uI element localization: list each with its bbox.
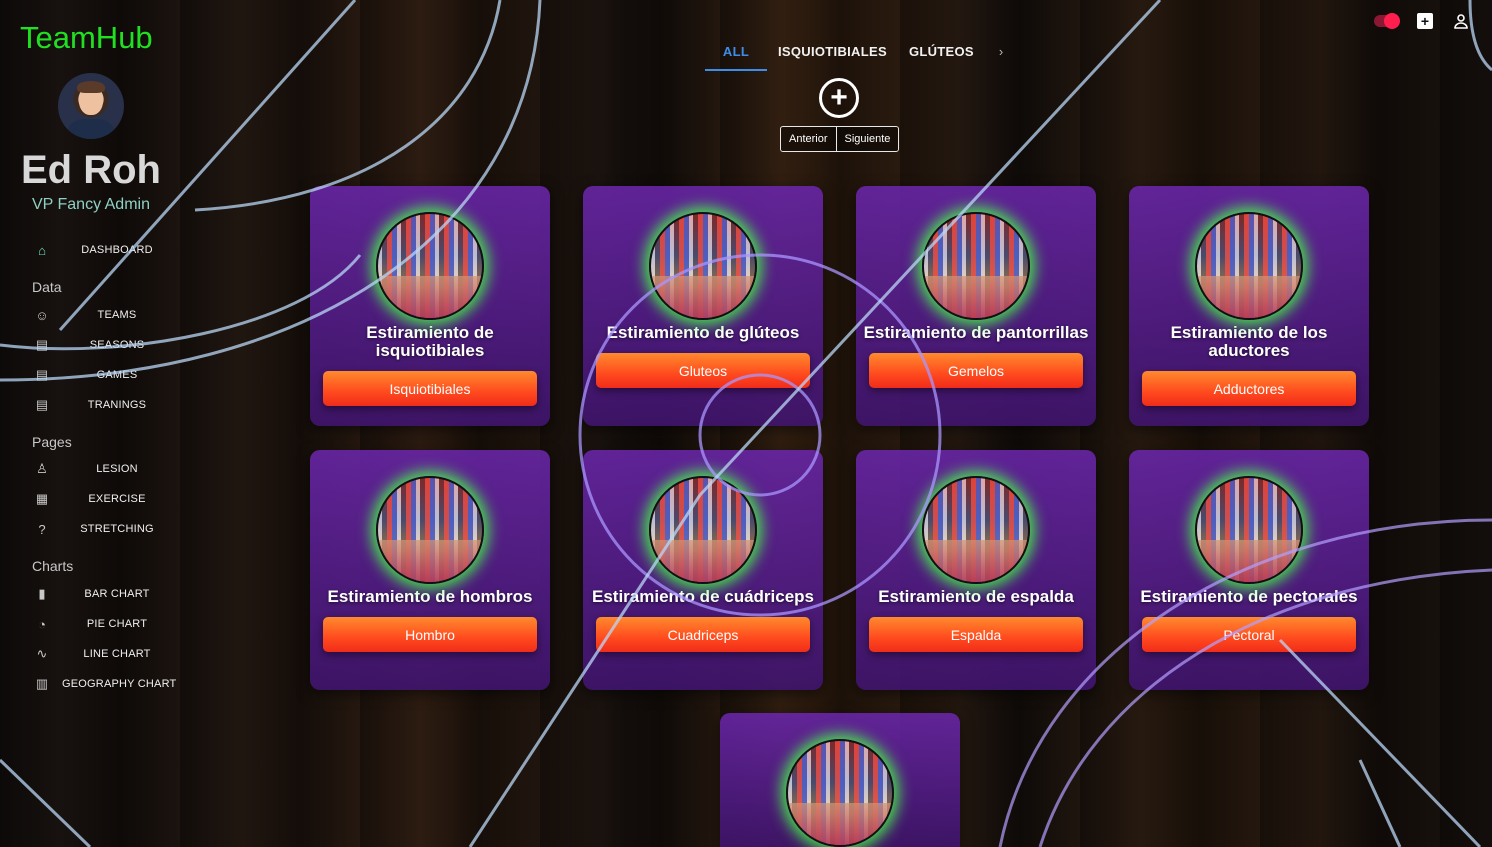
stretch-card[interactable]: Estiramiento de espalda Espalda [856,450,1096,690]
tab-gluteos[interactable]: GLÚTEOS [898,36,985,69]
person-icon[interactable] [1452,12,1470,30]
pagination: Anterior Siguiente [780,126,900,152]
card-title: Estiramiento de pantorrillas [863,323,1089,342]
card-category-button[interactable]: Espalda [869,617,1083,652]
stretch-card[interactable]: Estiramiento de los aductores Adductores [1129,186,1369,426]
card-title: Estiramiento de isquiotibiales [366,323,494,360]
topbar-icons: + [1374,12,1470,30]
stretch-card[interactable]: Estiramiento de glúteos Gluteos [583,186,823,426]
add-circle-button[interactable]: + [819,78,859,118]
add-box-icon[interactable]: + [1416,12,1434,30]
card-category-button[interactable]: Gluteos [596,353,810,388]
card-image [649,212,757,320]
bar-chart-icon: ▮ [38,586,46,601]
contacts-icon: ▤ [35,337,49,352]
toggle-icon[interactable] [1374,13,1400,29]
sidebar-item-line-chart[interactable]: ∿ LINE CHART [30,642,180,666]
timeline-icon: ∿ [36,646,48,661]
stretch-card[interactable]: Estiramiento de hombros Hombro [310,450,550,690]
tabs-scroll-right-icon[interactable]: › [985,36,1017,67]
person-icon: ♙ [36,461,48,476]
sidebar-item-tranings[interactable]: ▤ TRANINGS [30,393,180,417]
sidebar-item-label: LINE CHART [83,648,151,660]
sidebar-item-games[interactable]: ▤ GAMES [30,363,180,387]
category-tabs: ALL ISQUIOTIBIALES GLÚTEOS › [705,36,1017,71]
home-icon: ⌂ [38,242,46,258]
sidebar-item-label: GAMES [96,369,138,381]
sidebar-item-label: GEOGRAPHY CHART [62,678,177,690]
previous-button[interactable]: Anterior [781,127,836,151]
card-title: Estiramiento de los aductores [1170,323,1328,360]
sidebar-item-lesion[interactable]: ♙ LESION [30,457,180,481]
sidebar-item-label: DASHBOARD [81,244,153,256]
avatar [58,73,124,139]
card-image [376,212,484,320]
card-image [1195,476,1303,584]
card-title: Estiramiento de glúteos [606,323,800,342]
card-title: Estiramiento de espalda [878,587,1074,606]
sidebar-item-label: PIE CHART [86,618,148,630]
sidebar-item-geography-chart[interactable]: ▥ GEOGRAPHY CHART [30,672,180,696]
card-image [922,476,1030,584]
stretch-card[interactable]: Estiramiento de cuádriceps Cuadriceps [583,450,823,690]
stretch-card[interactable]: Estiramiento de isquiotibiales Isquiotib… [310,186,550,426]
sidebar-item-label: TEAMS [97,309,137,321]
card-title: Estiramiento de cuádriceps [591,587,815,606]
sidebar-item-stretching[interactable]: ? STRETCHING [30,517,180,541]
card-title: Estiramiento de pectorales [1140,587,1358,606]
sidebar-item-pie-chart[interactable]: ◔ PIE CHART [30,612,180,636]
card-image [649,476,757,584]
stretch-card[interactable]: Estiramiento de pantorrillas Gemelos [856,186,1096,426]
user-role: VP Fancy Admin [32,196,150,213]
card-category-button[interactable]: Gemelos [869,353,1083,388]
calendar-icon: ▦ [35,491,49,506]
sidebar-item-exercise[interactable]: ▦ EXERCISE [30,487,180,511]
card-image [1195,212,1303,320]
sidebar-item-label: EXERCISE [88,493,146,505]
stretch-card[interactable]: Estiramiento de pectorales Pectoral [1129,450,1369,690]
people-icon: ☺ [35,307,49,323]
sidebar-item-label: TRANINGS [87,399,147,411]
user-name: Ed Roh [21,148,161,192]
sidebar-section-charts: Charts [32,558,74,574]
sidebar-item-bar-chart[interactable]: ▮ BAR CHART [30,582,180,606]
sidebar-item-teams[interactable]: ☺ TEAMS [30,303,180,327]
sidebar-section-data: Data [32,279,62,295]
sidebar: TeamHub Ed Roh VP Fancy Admin ⌂ DASHBOAR… [0,0,190,847]
stretch-card[interactable] [720,713,960,847]
receipt-icon: ▤ [35,397,49,412]
sidebar-item-label: BAR CHART [84,588,150,600]
map-icon: ▥ [35,676,49,691]
card-image [786,739,894,847]
app-logo[interactable]: TeamHub [20,20,153,56]
sidebar-item-seasons[interactable]: ▤ SEASONS [30,333,180,357]
card-category-button[interactable]: Isquiotibiales [323,371,537,406]
card-category-button[interactable]: Adductores [1142,371,1356,406]
card-title: Estiramiento de hombros [327,587,533,606]
card-image [376,476,484,584]
card-category-button[interactable]: Hombro [323,617,537,652]
card-image [922,212,1030,320]
sidebar-item-dashboard[interactable]: ⌂ DASHBOARD [30,238,180,262]
sidebar-section-pages: Pages [32,434,72,450]
sidebar-item-label: STRETCHING [80,523,154,535]
tab-all[interactable]: ALL [705,36,767,71]
card-category-button[interactable]: Pectoral [1142,617,1356,652]
sidebar-item-label: SEASONS [89,339,145,351]
card-category-button[interactable]: Cuadriceps [596,617,810,652]
pie-chart-icon: ◔ [38,616,46,632]
receipt-icon: ▤ [35,367,49,382]
next-button[interactable]: Siguiente [835,127,899,151]
tab-isquiotibiales[interactable]: ISQUIOTIBIALES [767,36,898,69]
sidebar-item-label: LESION [96,463,138,475]
help-icon: ? [38,521,46,537]
